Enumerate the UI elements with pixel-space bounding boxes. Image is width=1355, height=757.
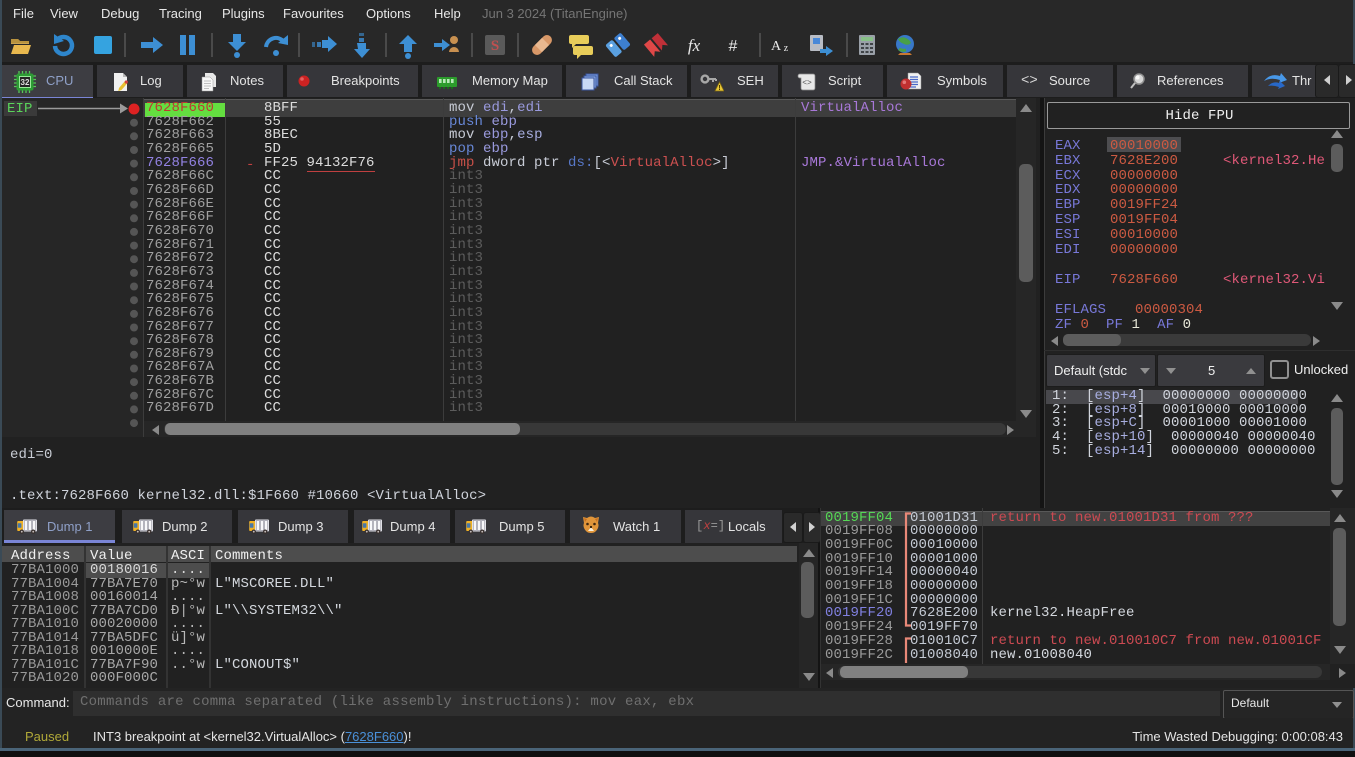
svg-text:A: A: [771, 39, 782, 54]
svg-text:!: !: [718, 85, 720, 92]
svg-text:fx: fx: [688, 36, 701, 55]
svg-text:<>: <>: [802, 79, 812, 88]
svg-text:#: #: [729, 38, 738, 55]
svg-text:S: S: [491, 38, 499, 54]
svg-text:32: 32: [21, 78, 30, 87]
svg-text:z: z: [784, 43, 789, 54]
